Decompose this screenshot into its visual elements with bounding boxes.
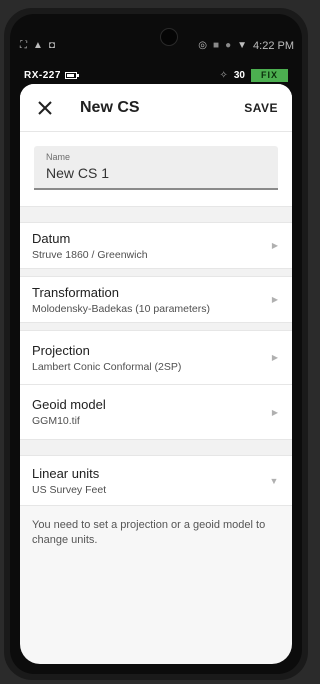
geoid-model-title: Geoid model: [32, 397, 106, 412]
phone-screen-bezel: ⛶ ▲ ◘ ◎ ■ ● ▼ 4:22 PM RX-227 ✧ 30 FIX Ne…: [10, 14, 302, 674]
name-field-value[interactable]: New CS 1: [46, 165, 266, 181]
transformation-text: Transformation Molodensky-Badekas (10 pa…: [32, 285, 270, 315]
transformation-title: Transformation: [32, 284, 119, 300]
geoid-model-row[interactable]: Geoid model GGM10.tif ▶: [20, 385, 292, 440]
section-divider: [20, 440, 292, 456]
close-icon[interactable]: [34, 97, 56, 119]
section-divider: [20, 269, 292, 277]
device-name: RX-227: [24, 69, 61, 81]
cast-icon: ■: [213, 40, 220, 51]
satellite-icon: ✧: [219, 69, 228, 81]
app-bar: New CS SAVE: [20, 84, 292, 132]
datum-title: Datum: [32, 230, 71, 246]
linear-units-value: US Survey Feet: [32, 483, 107, 496]
chevron-right-icon: ▶: [271, 241, 279, 250]
linear-units-text: Linear units US Survey Feet: [32, 466, 268, 496]
gnss-status-bar: RX-227 ✧ 30 FIX: [24, 68, 288, 82]
status-bar: ⛶ ▲ ◘ ◎ ■ ● ▼ 4:22 PM: [20, 38, 294, 54]
device-label: RX-227: [24, 69, 79, 81]
linear-units-title: Linear units: [32, 465, 100, 481]
projection-value: Lambert Conic Conformal (2SP): [32, 360, 182, 373]
transformation-row[interactable]: Transformation Molodensky-Badekas (10 pa…: [20, 277, 292, 323]
app-screen: New CS SAVE Name New CS 1 Datum Struve 1…: [20, 84, 292, 664]
status-left-icons: ⛶ ▲ ◘: [20, 41, 55, 51]
datum-text: Datum Struve 1860 / Greenwich: [32, 231, 270, 261]
section-divider: [20, 323, 292, 331]
page-title: New CS: [80, 98, 140, 116]
hotspot-icon: ◎: [198, 40, 208, 51]
battery-icon: [64, 71, 79, 79]
linear-units-select[interactable]: Linear units US Survey Feet ▼: [20, 456, 292, 506]
name-field[interactable]: Name New CS 1: [34, 146, 278, 190]
phone-frame: ⛶ ▲ ◘ ◎ ■ ● ▼ 4:22 PM RX-227 ✧ 30 FIX Ne…: [4, 8, 308, 680]
watch-icon: ◘: [48, 40, 55, 51]
geoid-model-value: GGM10.tif: [32, 415, 80, 427]
fix-status-badge: FIX: [250, 68, 288, 82]
chevron-right-icon: ▶: [271, 295, 279, 304]
name-field-label: Name: [46, 152, 71, 162]
datum-value: Struve 1860 / Greenwich: [32, 248, 148, 261]
status-right-icons: ◎ ■ ● ▼ 4:22 PM: [198, 40, 294, 52]
satellite-count: 30: [233, 69, 245, 81]
datum-row[interactable]: Datum Struve 1860 / Greenwich ▶: [20, 223, 292, 269]
geoid-model-text: Geoid model GGM10.tif: [32, 397, 270, 427]
image-icon: ⛶: [20, 40, 27, 51]
status-time: 4:22 PM: [253, 40, 294, 52]
projection-text: Projection Lambert Conic Conformal (2SP): [32, 343, 270, 373]
wifi-icon: ▼: [237, 40, 248, 51]
units-helper-text: You need to set a projection or a geoid …: [32, 519, 266, 546]
record-icon: ●: [225, 40, 232, 51]
projection-title: Projection: [32, 342, 90, 358]
chevron-right-icon: ▶: [271, 353, 279, 362]
section-divider: [20, 207, 292, 223]
chevron-right-icon: ▶: [271, 407, 279, 417]
transformation-value: Molodensky-Badekas (10 parameters): [32, 302, 210, 315]
gnss-right: ✧ 30 FIX: [219, 68, 288, 82]
notification-icon: ▲: [33, 40, 43, 51]
save-button[interactable]: SAVE: [244, 101, 278, 115]
chevron-down-icon: ▼: [269, 475, 279, 486]
name-section: Name New CS 1: [20, 132, 292, 207]
projection-row[interactable]: Projection Lambert Conic Conformal (2SP)…: [20, 331, 292, 385]
